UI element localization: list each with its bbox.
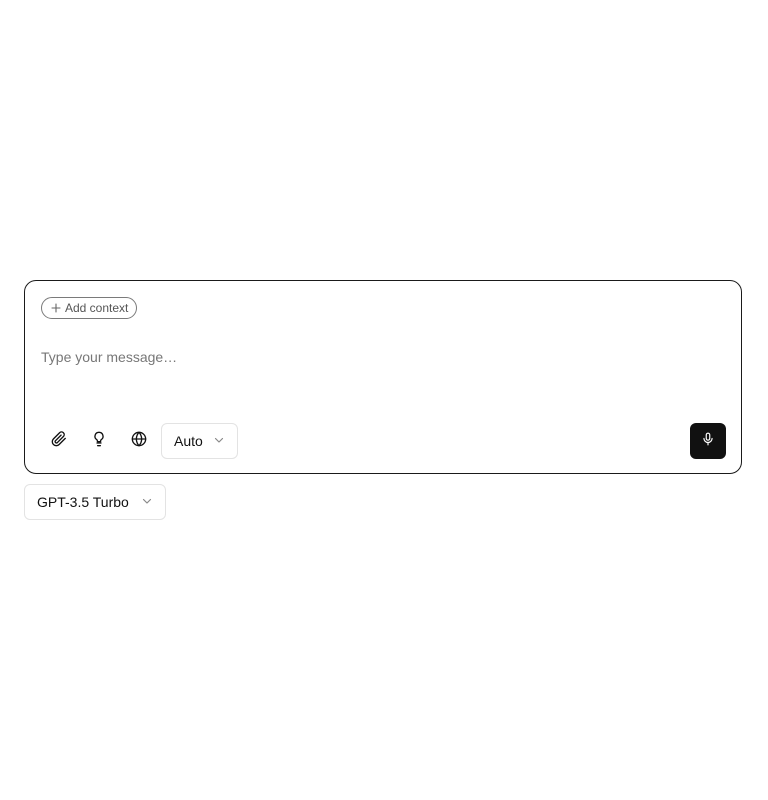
plus-icon — [51, 303, 61, 313]
model-select[interactable]: GPT-3.5 Turbo — [24, 484, 166, 520]
add-context-button[interactable]: Add context — [41, 297, 138, 319]
mode-select-value: Auto — [174, 433, 203, 449]
microphone-icon — [701, 432, 715, 451]
globe-icon — [131, 431, 147, 452]
chevron-down-icon — [141, 494, 153, 510]
web-search-button[interactable] — [121, 423, 157, 459]
chevron-down-icon — [213, 433, 225, 449]
paperclip-icon — [51, 430, 67, 452]
model-select-value: GPT-3.5 Turbo — [37, 494, 129, 510]
mode-select[interactable]: Auto — [161, 423, 238, 459]
lightbulb-icon — [91, 431, 107, 452]
composer-toolbar: Auto — [41, 423, 238, 459]
message-input[interactable] — [41, 345, 721, 369]
voice-input-button[interactable] — [690, 423, 726, 459]
attach-button[interactable] — [41, 423, 77, 459]
add-context-label: Add context — [65, 301, 129, 315]
idea-button[interactable] — [81, 423, 117, 459]
chat-composer: Add context Type your message… Auto — [24, 280, 742, 474]
